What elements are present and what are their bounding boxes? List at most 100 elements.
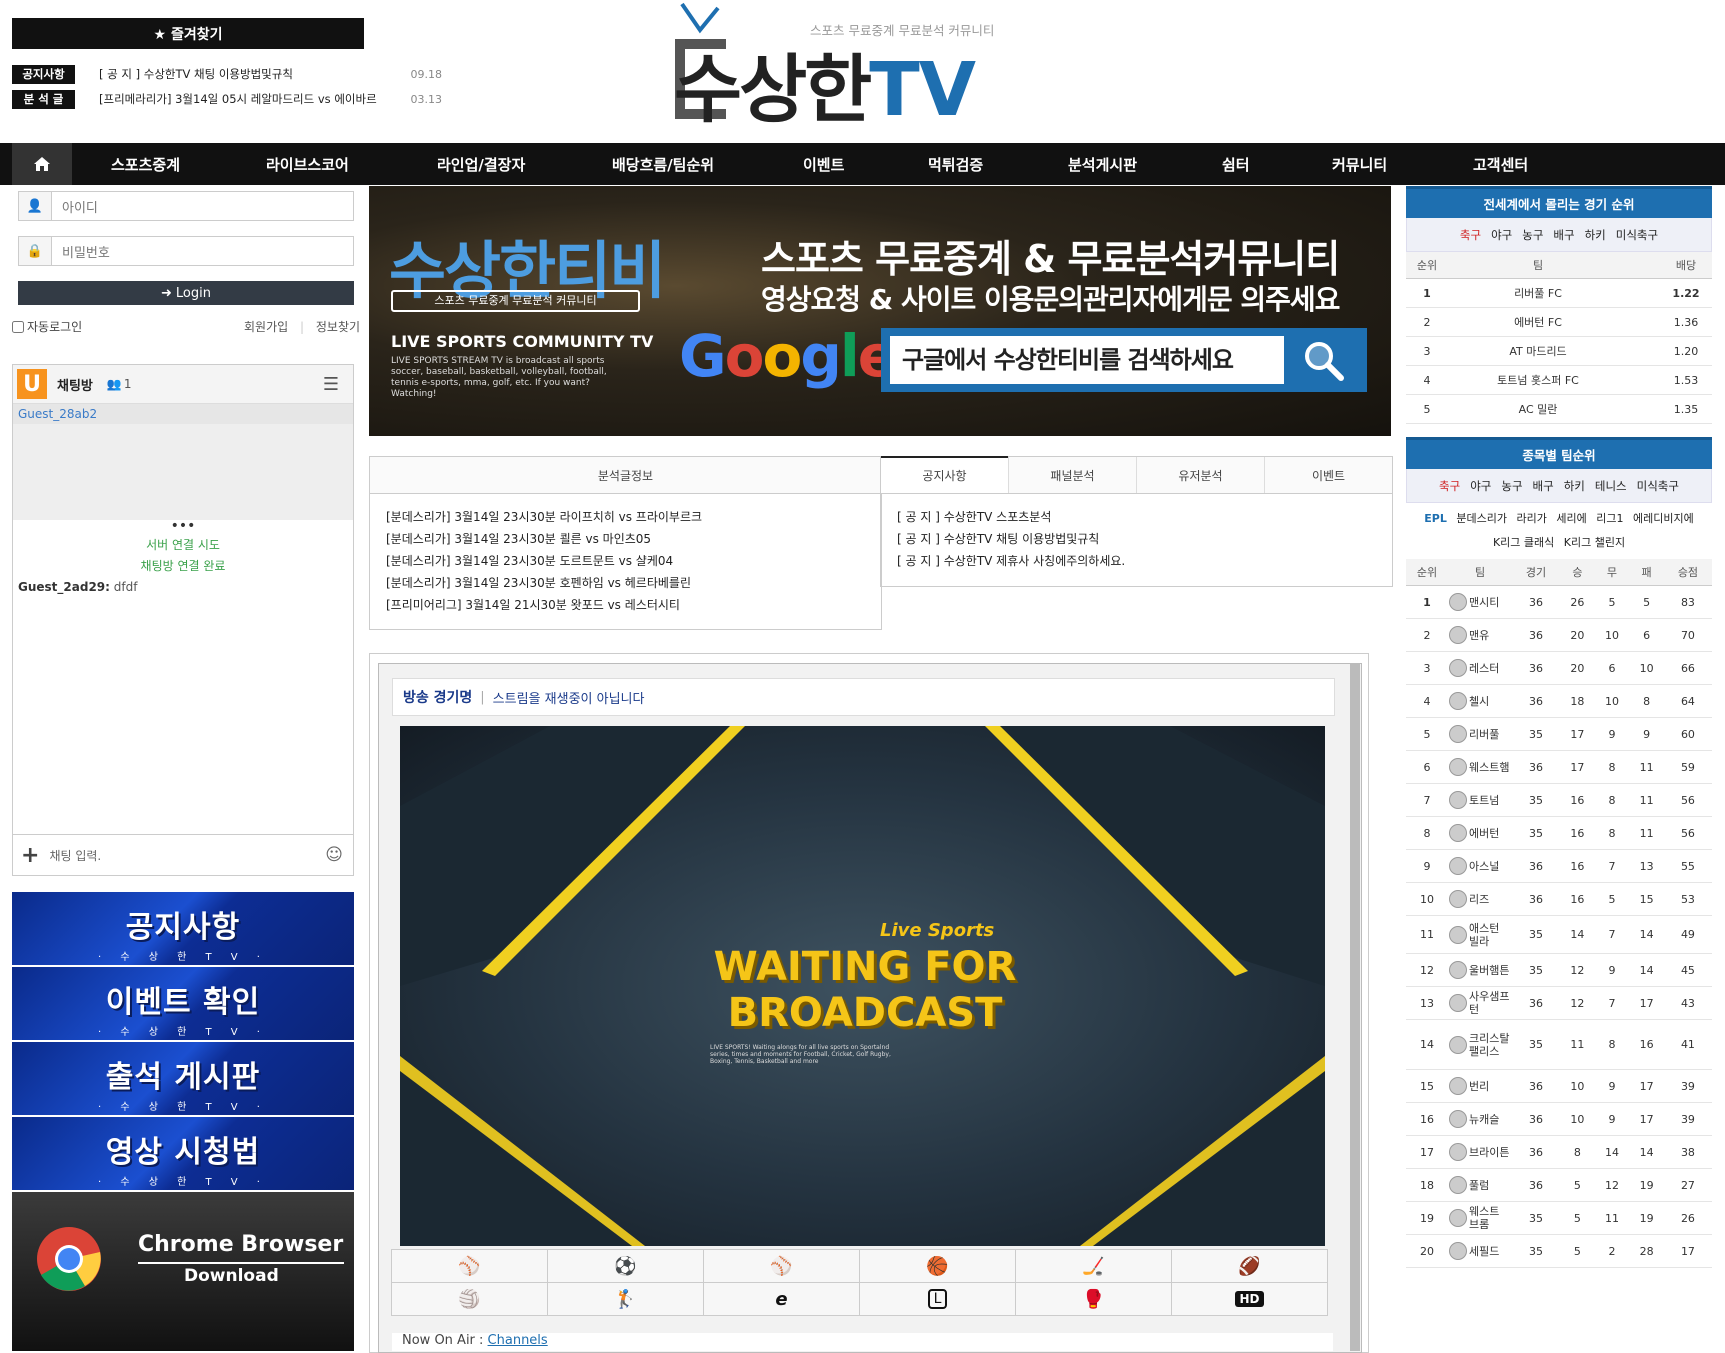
nav-rest[interactable]: 쉼터 (1222, 143, 1250, 185)
hero-banner[interactable]: 수상한티비 스포츠 무료중계 무료분석 커뮤니티 LIVE SPORTS COM… (369, 186, 1391, 436)
league-tab-seriea[interactable]: 세리에 (1556, 512, 1586, 525)
ufc-icon[interactable]: 🥊 (1015, 1282, 1172, 1316)
league-tab-laliga[interactable]: 라리가 (1516, 512, 1546, 525)
table-row[interactable]: 14 크리스탈 팰리스 35 11 8 16 41 (1406, 1019, 1712, 1070)
league-tab-ligue1[interactable]: 리그1 (1596, 512, 1623, 525)
odds-tab-baseball[interactable]: 야구 (1491, 227, 1512, 243)
table-row[interactable]: 18 풀럼 36 5 12 19 27 (1406, 1168, 1712, 1202)
analysis-row[interactable]: 분 석 글 [프리메라리가] 3월14일 05시 레알마드리드 vs 에이바르 … (12, 89, 442, 109)
nav-community[interactable]: 커뮤니티 (1332, 143, 1387, 185)
table-row[interactable]: 10 리즈 36 16 5 15 53 (1406, 882, 1712, 916)
nav-odds-rank[interactable]: 배당흐름/팀순위 (612, 143, 714, 185)
league-tab-epl[interactable]: EPL (1424, 512, 1447, 525)
password-field[interactable]: 🔒 비밀번호 (18, 236, 354, 266)
video-player[interactable]: Live Sports WAITING FOR BROADCAST LIVE S… (400, 726, 1325, 1246)
table-row[interactable]: 4 토트넘 홋스퍼 FC 1.53 (1406, 365, 1712, 395)
league-tab-kleague-classic[interactable]: K리그 클래식 (1493, 536, 1554, 549)
find-info-link[interactable]: 정보찾기 (316, 320, 360, 334)
chat-input[interactable]: 채팅 입력. (49, 847, 325, 864)
league-tab-kleague-challenge[interactable]: K리그 챌린지 (1564, 536, 1625, 549)
banner-event[interactable]: 이벤트 확인 · 수 상 한 T V · (12, 967, 354, 1040)
table-row[interactable]: 6 웨스트햄 36 17 8 11 59 (1406, 750, 1712, 784)
tab-panel-analysis[interactable]: 패널분석 (1008, 457, 1136, 493)
esports-icon[interactable]: e (703, 1282, 860, 1316)
table-row[interactable]: 13 사우샘프턴 36 12 7 17 43 (1406, 986, 1712, 1020)
golf-icon[interactable]: 🏌 (547, 1282, 704, 1316)
soccer-icon[interactable]: ⚽ (547, 1249, 704, 1283)
odds-tab-soccer[interactable]: 축구 (1460, 227, 1481, 243)
standings-tab-tennis[interactable]: 테니스 (1595, 478, 1627, 494)
hd-icon[interactable]: HD (1171, 1282, 1328, 1316)
odds-tab-volleyball[interactable]: 배구 (1553, 227, 1574, 243)
nav-lineup[interactable]: 라인업/결장자 (437, 143, 525, 185)
list-item[interactable]: [ 공 지 ] 수상한TV 스포츠분석 (897, 506, 1392, 528)
standings-tab-baseball[interactable]: 야구 (1470, 478, 1491, 494)
table-row[interactable]: 5 AC 밀란 1.35 (1406, 394, 1712, 424)
league-tab-bundesliga[interactable]: 분데스리가 (1456, 512, 1507, 525)
menu-icon[interactable]: ☰ (323, 374, 339, 395)
standings-tab-soccer[interactable]: 축구 (1439, 478, 1460, 494)
table-row[interactable]: 8 에버턴 35 16 8 11 56 (1406, 816, 1712, 850)
chat-current-user[interactable]: Guest_28ab2 (13, 404, 353, 424)
id-field[interactable]: 👤 아이디 (18, 191, 354, 221)
table-row[interactable]: 3 AT 마드리드 1.20 (1406, 336, 1712, 366)
nav-sports-broadcast[interactable]: 스포츠중계 (111, 143, 180, 185)
league-tab-eredivisie[interactable]: 에레디비지에 (1633, 512, 1694, 525)
banner-attendance[interactable]: 출석 게시판 · 수 상 한 T V · (12, 1042, 354, 1115)
auto-login-checkbox[interactable] (12, 320, 24, 333)
nav-verification[interactable]: 먹튀검증 (928, 143, 983, 185)
nav-event[interactable]: 이벤트 (803, 143, 844, 185)
smiley-icon[interactable]: ☺ (325, 845, 343, 865)
table-row[interactable]: 9 아스널 36 16 7 13 55 (1406, 849, 1712, 883)
nav-analysis-board[interactable]: 분석게시판 (1068, 143, 1137, 185)
list-item[interactable]: [ 공 지 ] 수상한TV 채팅 이용방법및규칙 (897, 528, 1392, 550)
baseball-icon[interactable]: ⚾ (703, 1249, 860, 1283)
plus-icon[interactable]: + (21, 843, 39, 868)
football-icon[interactable]: 🏈 (1171, 1249, 1328, 1283)
list-item[interactable]: [분데스리가] 3월14일 23시30분 라이프치히 vs 프라이부르크 (386, 506, 881, 528)
table-row[interactable]: 2 에버턴 FC 1.36 (1406, 307, 1712, 337)
table-row[interactable]: 2 맨유 36 20 10 6 70 (1406, 618, 1712, 652)
favorites-button[interactable]: ★ 즐겨찾기 (12, 18, 364, 49)
tab-analysis-info[interactable]: 분석글정보 (370, 457, 881, 493)
table-row[interactable]: 15 번리 36 10 9 17 39 (1406, 1069, 1712, 1103)
tab-notice[interactable]: 공지사항 (881, 456, 1008, 493)
table-row[interactable]: 17 브라이튼 36 8 14 14 38 (1406, 1135, 1712, 1169)
list-item[interactable]: [ 공 지 ] 수상한TV 제휴사 사칭에주의하세요. (897, 550, 1392, 572)
nav-support[interactable]: 고객센터 (1473, 143, 1528, 185)
home-icon[interactable] (12, 143, 72, 185)
auto-login[interactable]: 자동로그인 (12, 318, 82, 335)
join-link[interactable]: 회원가입 (244, 320, 288, 334)
table-row[interactable]: 4 첼시 36 18 10 8 64 (1406, 684, 1712, 718)
analysis-text[interactable]: [프리메라리가] 3월14일 05시 레알마드리드 vs 에이바르 (99, 91, 403, 107)
banner-notice[interactable]: 공지사항 · 수 상 한 T V · (12, 892, 354, 965)
table-row[interactable]: 3 레스터 36 20 6 10 66 (1406, 651, 1712, 685)
notice-row[interactable]: 공지사항 [ 공 지 ] 수상한TV 채팅 이용방법및규칙 09.18 (12, 64, 442, 84)
table-row[interactable]: 1 리버풀 FC 1.22 (1406, 278, 1712, 308)
league-icon[interactable]: L (859, 1282, 1016, 1316)
standings-tab-basketball[interactable]: 농구 (1501, 478, 1522, 494)
banner-howto[interactable]: 영상 시청법 · 수 상 한 T V · (12, 1117, 354, 1190)
odds-tab-hockey[interactable]: 하키 (1585, 227, 1606, 243)
tab-user-analysis[interactable]: 유저분석 (1136, 457, 1264, 493)
sports-all-icon[interactable]: ⚾ (391, 1249, 548, 1283)
notice-text[interactable]: [ 공 지 ] 수상한TV 채팅 이용방법및규칙 (99, 66, 403, 82)
table-row[interactable]: 11 애스턴 빌라 35 14 7 14 49 (1406, 915, 1712, 954)
login-button[interactable]: ➜ Login (18, 281, 354, 305)
table-row[interactable]: 19 웨스트 브롬 35 5 11 19 26 (1406, 1201, 1712, 1235)
standings-tab-hockey[interactable]: 하키 (1564, 478, 1585, 494)
table-row[interactable]: 1 맨시티 36 26 5 5 83 (1406, 585, 1712, 619)
chrome-download-banner[interactable]: Chrome Browser Download (12, 1192, 354, 1351)
hockey-icon[interactable]: 🏒 (1015, 1249, 1172, 1283)
odds-tab-basketball[interactable]: 농구 (1522, 227, 1543, 243)
list-item[interactable]: [프리미어리그] 3월14일 21시30분 왓포드 vs 레스터시티 (386, 594, 881, 616)
users-icon[interactable]: 👥 (107, 377, 122, 391)
table-row[interactable]: 16 뉴캐슬 36 10 9 17 39 (1406, 1102, 1712, 1136)
channels-link[interactable]: Channels (488, 1333, 548, 1348)
standings-tab-football[interactable]: 미식축구 (1637, 478, 1679, 494)
odds-tab-football[interactable]: 미식축구 (1616, 227, 1658, 243)
list-item[interactable]: [분데스리가] 3월14일 23시30분 쾰른 vs 마인츠05 (386, 528, 881, 550)
table-row[interactable]: 5 리버풀 35 17 9 9 60 (1406, 717, 1712, 751)
nav-livescore[interactable]: 라이브스코어 (266, 143, 349, 185)
table-row[interactable]: 7 토트넘 35 16 8 11 56 (1406, 783, 1712, 817)
